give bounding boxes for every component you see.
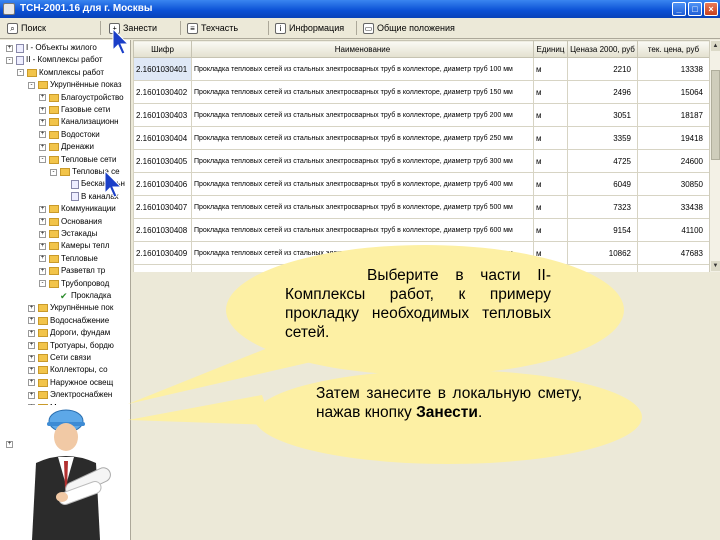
callout2-text: Затем занесите в локальную смету, нажав … bbox=[316, 384, 582, 422]
engineer-illustration bbox=[14, 405, 124, 540]
callout2-text-end: . bbox=[477, 404, 483, 421]
callout2-text-button-name: Занести bbox=[416, 404, 478, 421]
cursor-arrow-icon bbox=[112, 28, 130, 55]
cursor-arrow-icon bbox=[104, 170, 123, 198]
callout1-text: Выберите в части II-Комплексы работ, к п… bbox=[285, 267, 551, 341]
callout2-tail bbox=[128, 395, 272, 425]
